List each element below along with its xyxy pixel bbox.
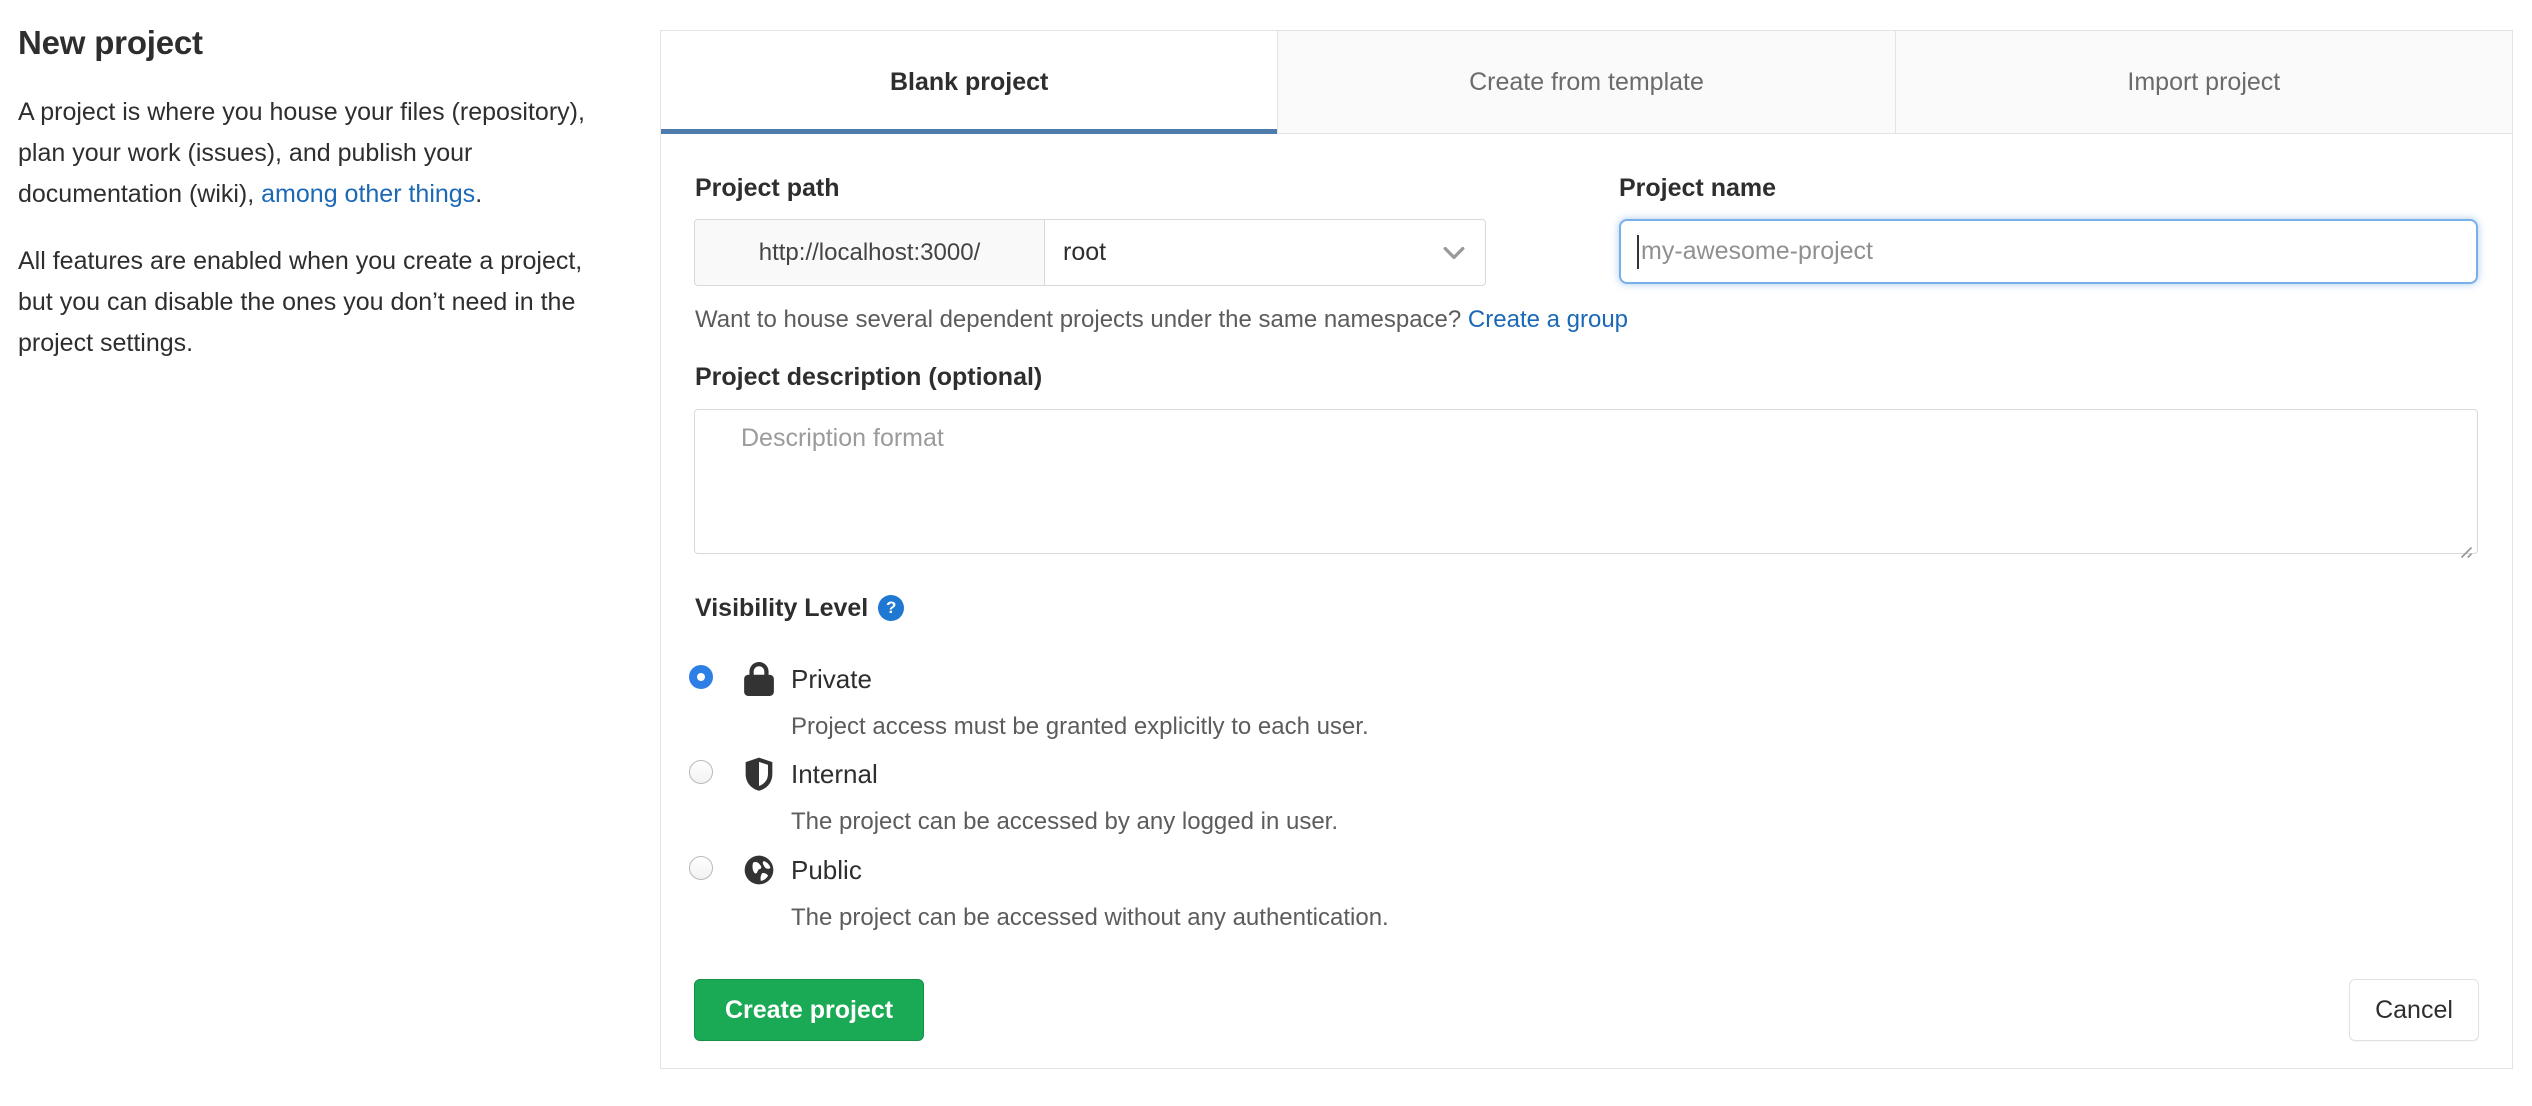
internal-option-label[interactable]: Internal — [791, 757, 878, 791]
namespace-hint: Want to house several dependent projects… — [695, 303, 1628, 337]
tab-create-from-template[interactable]: Create from template — [1277, 31, 1895, 134]
shield-icon — [741, 756, 777, 792]
help-icon[interactable]: ? — [878, 595, 905, 621]
namespace-selected-value: root — [1063, 238, 1107, 266]
namespace-hint-text: Want to house several dependent projects… — [695, 306, 1468, 333]
url-prefix: http://localhost:3000/ — [694, 219, 1044, 286]
project-name-input[interactable] — [1619, 219, 2478, 284]
sidebar-text-period: . — [475, 180, 483, 208]
tab-blank-project[interactable]: Blank project — [661, 31, 1278, 134]
private-radio[interactable] — [689, 665, 713, 689]
internal-radio[interactable] — [689, 760, 713, 784]
project-description-label: Project description (optional) — [695, 363, 1043, 391]
create-a-group-link[interactable]: Create a group — [1468, 306, 1628, 333]
visibility-level-label: Visibility Level ? — [695, 593, 905, 623]
namespace-select[interactable]: root — [1044, 219, 1486, 286]
sidebar-paragraph-2: All features are enabled when you create… — [18, 247, 583, 357]
public-option-label[interactable]: Public — [791, 853, 862, 887]
public-radio[interactable] — [689, 856, 713, 880]
resize-handle-icon[interactable] — [2454, 540, 2474, 560]
cancel-button[interactable]: Cancel — [2349, 979, 2479, 1041]
new-project-page: New project A project is where you house… — [0, 0, 2532, 1106]
visibility-option-public: Public The project can be accessed witho… — [689, 852, 1989, 944]
text-caret — [1637, 235, 1639, 269]
tab-label: Blank project — [889, 68, 1049, 96]
create-project-button[interactable]: Create project — [694, 979, 924, 1041]
active-tab-underline — [661, 129, 1278, 134]
globe-icon — [741, 852, 777, 888]
tab-label: Create from template — [1469, 67, 1704, 96]
tab-import-project[interactable]: Import project — [1894, 31, 2512, 134]
project-type-tabs: Blank project Create from template Impor… — [661, 31, 2512, 134]
sidebar-paragraph-1: A project is where you house your files … — [18, 92, 618, 215]
visibility-option-internal: Internal The project can be accessed by … — [689, 756, 1989, 848]
new-project-panel: Blank project Create from template Impor… — [660, 30, 2513, 1069]
visibility-option-private: Private Project access must be granted e… — [689, 661, 1989, 753]
tab-label: Import project — [2127, 67, 2281, 96]
public-option-description: The project can be accessed without any … — [791, 904, 1389, 931]
lock-icon — [741, 661, 777, 697]
internal-option-description: The project can be accessed by any logge… — [791, 808, 1339, 835]
project-description-textarea[interactable] — [694, 409, 2478, 554]
among-other-things-link[interactable]: among other things — [261, 180, 475, 208]
private-option-label[interactable]: Private — [791, 662, 872, 696]
project-path-group: http://localhost:3000/ root — [694, 219, 1486, 286]
project-name-label: Project name — [1619, 174, 1777, 202]
visibility-level-text: Visibility Level — [695, 594, 869, 622]
project-path-label: Project path — [695, 174, 840, 202]
private-option-description: Project access must be granted explicitl… — [791, 713, 1369, 740]
chevron-down-icon — [1443, 246, 1465, 259]
page-title: New project — [18, 24, 203, 61]
sidebar: New project A project is where you house… — [18, 24, 618, 364]
